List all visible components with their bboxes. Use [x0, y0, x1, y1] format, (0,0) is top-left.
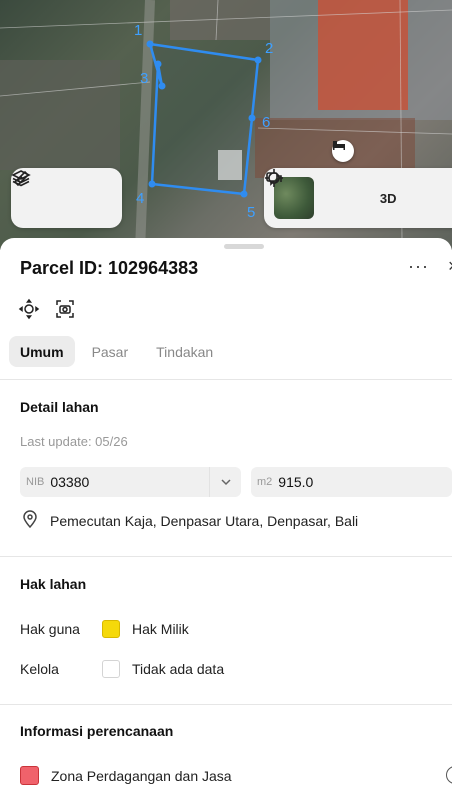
vertex-label-4: 4: [136, 190, 145, 207]
parcel-sheet: Parcel ID: 102964383 ··· × Umum Pasar Ti…: [0, 238, 452, 804]
address-text: Pemecutan Kaja, Denpasar Utara, Denpasar…: [50, 512, 359, 529]
bed-poi-icon[interactable]: [332, 140, 354, 162]
zone-text: Zona Perdagangan dan Jasa: [51, 767, 232, 784]
zone-row[interactable]: Zona Perdagangan dan Jasa: [20, 766, 232, 785]
location-pin-icon: [22, 510, 38, 531]
tab-tindakan[interactable]: Tindakan: [145, 336, 224, 367]
planning-section-title: Informasi perencanaan: [20, 723, 174, 739]
tab-umum[interactable]: Umum: [9, 336, 75, 367]
area-tag: m2: [257, 476, 273, 488]
map-tools-right: 3D: [264, 168, 452, 228]
tab-bar: Umum Pasar Tindakan: [9, 336, 224, 367]
divider: [0, 704, 452, 705]
hak-guna-label: Hak guna: [20, 621, 80, 637]
kelola-row: Kelola Tidak ada data: [20, 660, 224, 678]
kelola-value: Tidak ada data: [132, 661, 225, 677]
hak-guna-value: Hak Milik: [132, 621, 189, 637]
more-options-button[interactable]: ···: [408, 256, 429, 277]
page-title: Parcel ID: 102964383: [20, 258, 199, 278]
zone-swatch: [20, 766, 39, 785]
sheet-drag-handle[interactable]: [224, 244, 264, 249]
nib-value: 03380: [50, 474, 90, 490]
hak-guna-row: Hak guna Hak Milik: [20, 620, 189, 638]
divider: [0, 379, 452, 380]
detail-section-title: Detail lahan: [20, 399, 99, 415]
map-view[interactable]: 1 2 3 4 5 6 3D: [0, 0, 452, 250]
vertex-label-2: 2: [265, 40, 274, 57]
screenshot-icon[interactable]: [54, 298, 76, 320]
quick-actions: [18, 298, 76, 320]
area-value: 915.0: [278, 474, 314, 490]
locate-parcel-icon[interactable]: [18, 298, 40, 320]
nib-field[interactable]: NIB 03380: [20, 467, 241, 497]
vertex-label-5: 5: [247, 204, 256, 221]
last-update-text: Last update: 05/26: [20, 434, 128, 449]
area-field[interactable]: m2 915.0: [251, 467, 452, 497]
view-3d-button[interactable]: 3D: [369, 178, 408, 218]
no-data-swatch: [102, 660, 120, 678]
map-tools-left: [11, 168, 122, 228]
kelola-label: Kelola: [20, 661, 59, 677]
vertex-label-6: 6: [262, 114, 271, 131]
nib-tag: NIB: [26, 476, 45, 488]
compare-icon[interactable]: [266, 172, 452, 218]
info-icon[interactable]: [446, 766, 452, 784]
tab-pasar[interactable]: Pasar: [81, 336, 140, 367]
address-row: Pemecutan Kaja, Denpasar Utara, Denpasar…: [22, 510, 358, 531]
divider: [0, 556, 452, 557]
title-row: Parcel ID: 102964383 ··· ×: [20, 256, 452, 282]
hak-milik-swatch: [102, 620, 120, 638]
rights-section-title: Hak lahan: [20, 576, 87, 592]
ruler-icon[interactable]: [13, 170, 110, 218]
chevron-down-icon[interactable]: [209, 467, 241, 497]
close-button[interactable]: ×: [448, 256, 452, 277]
vertex-label-1: 1: [134, 22, 143, 39]
vertex-label-3: 3: [140, 70, 149, 87]
crosshair-icon[interactable]: [265, 169, 361, 218]
